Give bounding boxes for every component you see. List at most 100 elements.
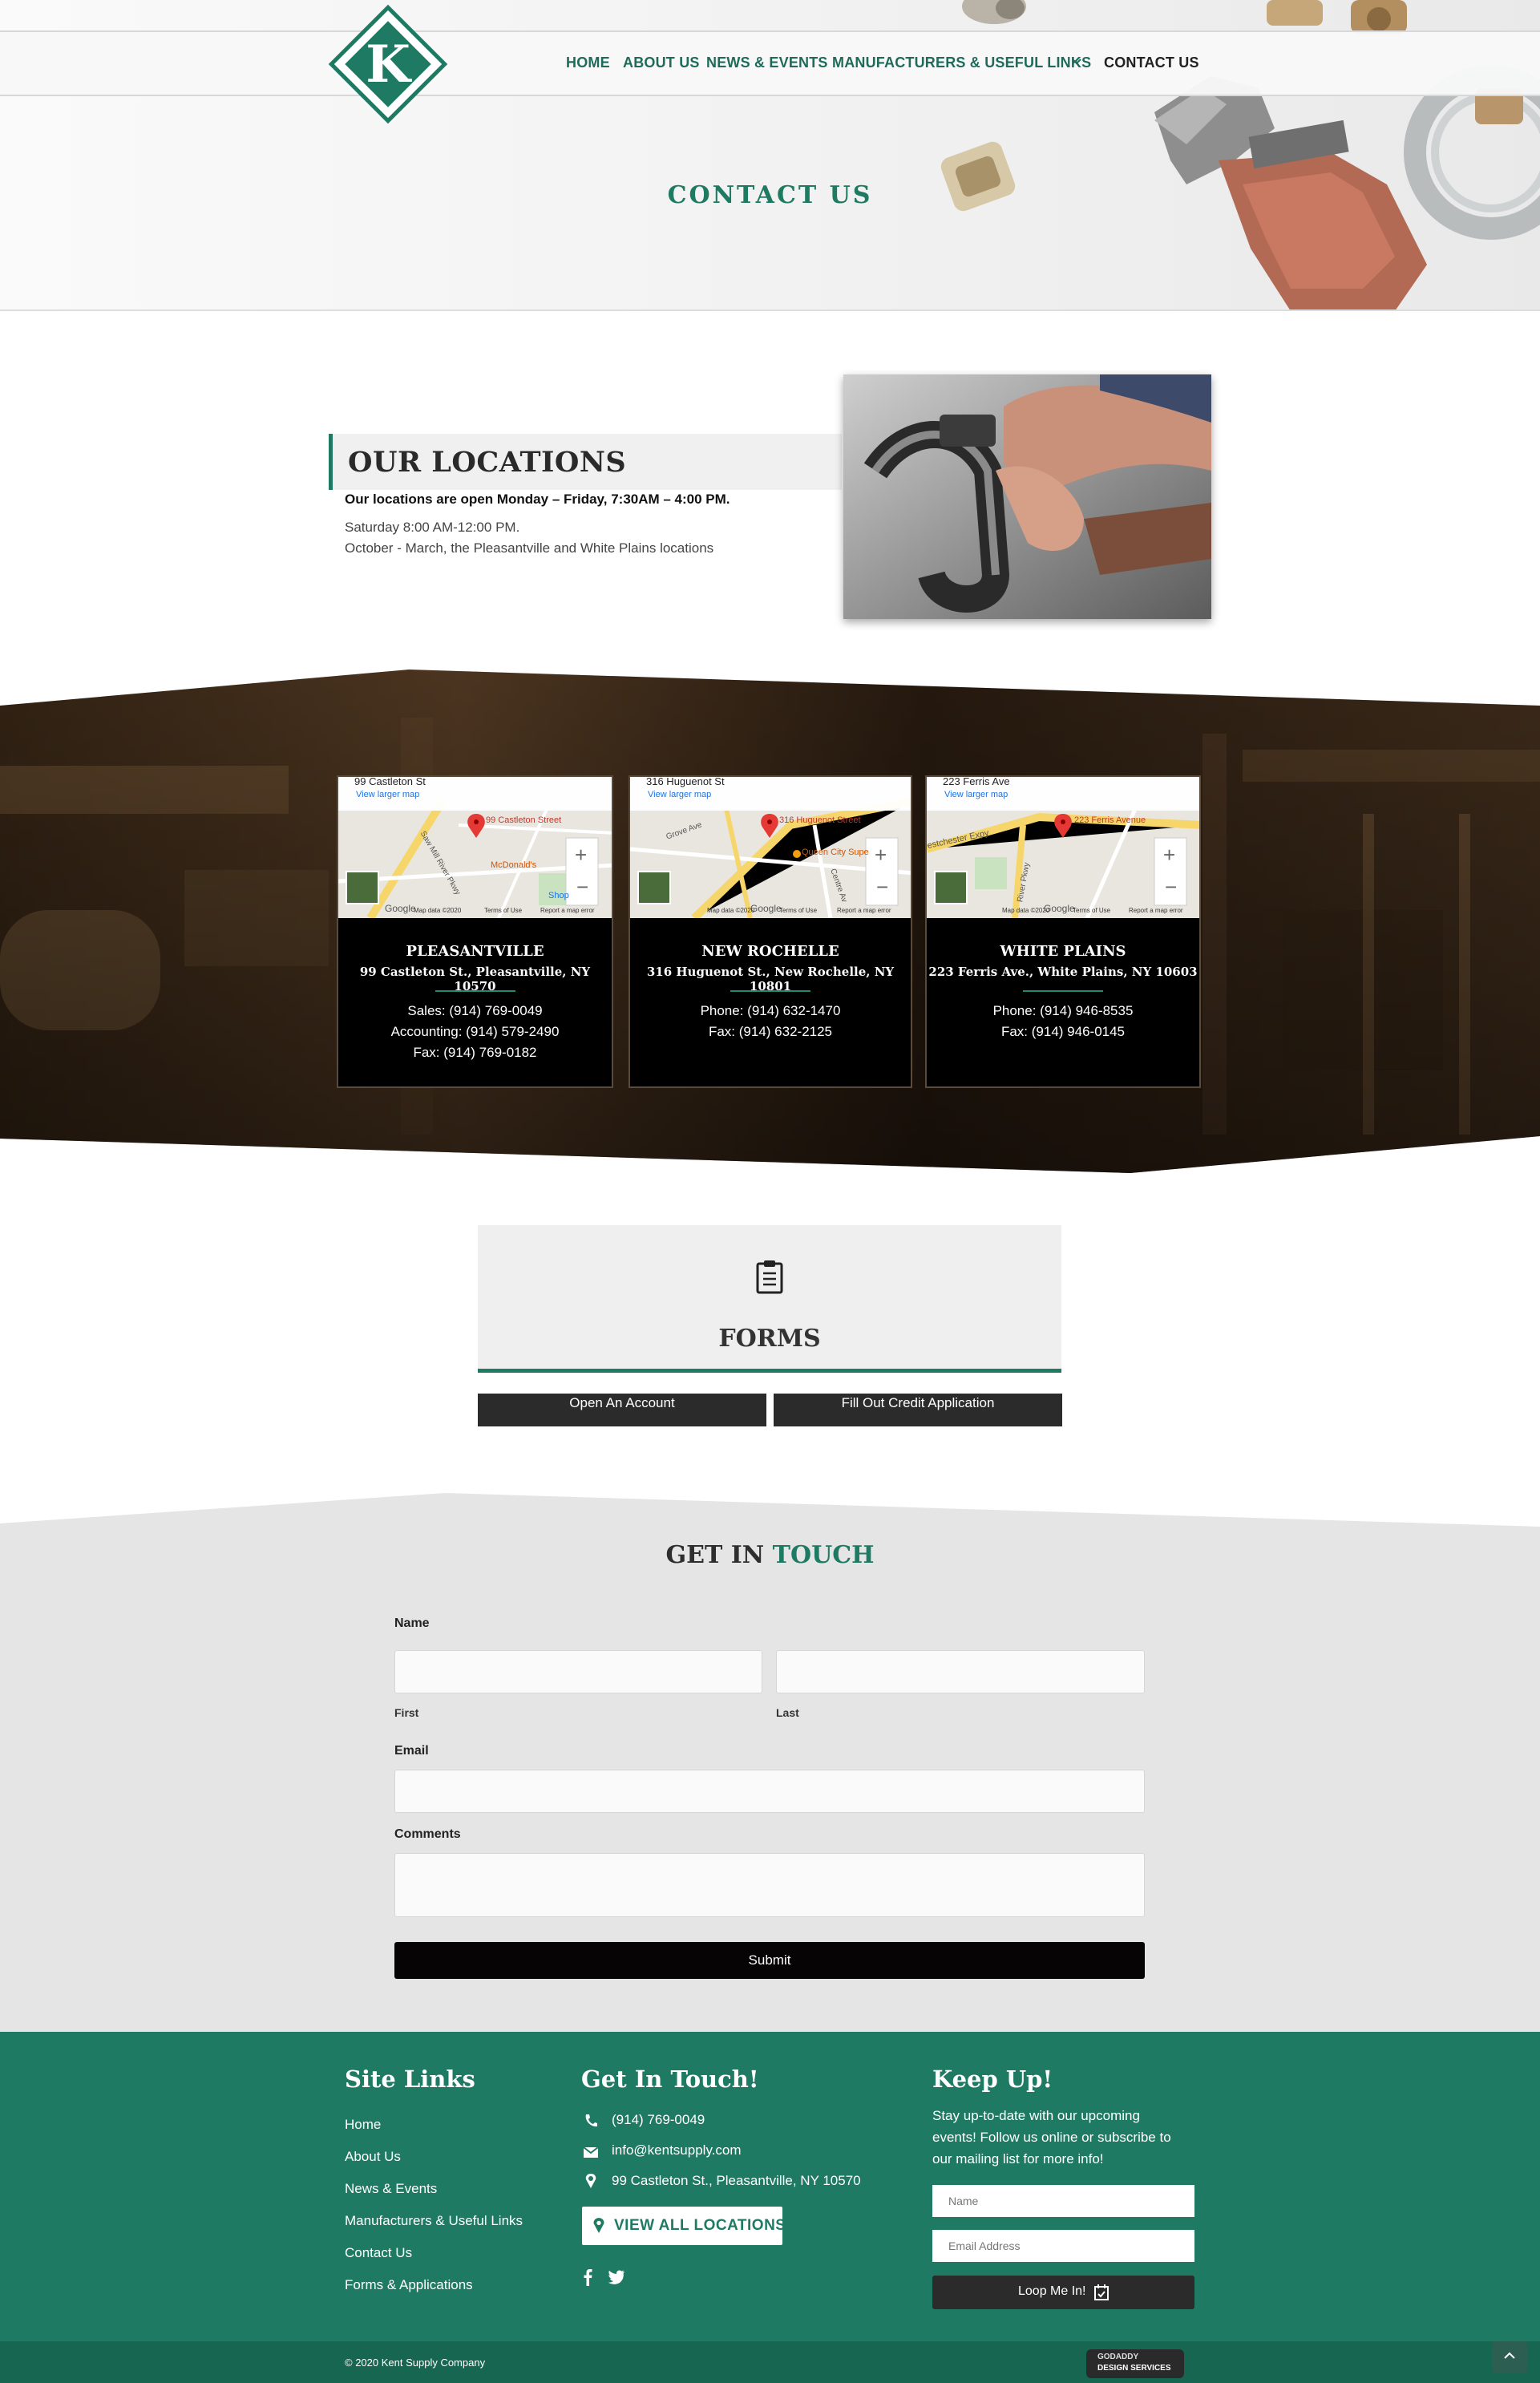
map-marker-icon — [593, 2218, 604, 2233]
svg-text:+: + — [875, 843, 887, 867]
title-part: GET IN — [665, 1541, 773, 1569]
svg-text:−: − — [1165, 875, 1177, 899]
email-input[interactable] — [394, 1770, 1145, 1813]
credit-application-button[interactable]: Fill Out Credit Application — [774, 1391, 1062, 1426]
last-label: Last — [776, 1706, 799, 1719]
footer-phone[interactable]: (914) 769-0049 — [612, 2112, 705, 2128]
map-report-link[interactable]: Report a map error — [540, 907, 595, 914]
godaddy-badge-text: GODADDY — [1097, 2353, 1139, 2361]
card-divider — [435, 990, 515, 992]
godaddy-badge[interactable]: GODADDY DESIGN SERVICES — [1086, 2349, 1184, 2378]
comments-label: Comments — [394, 1827, 461, 1841]
card-phone-line: Fax: (914) 946-0145 — [1000, 1024, 1126, 1039]
get-in-touch-footer-title: Get In Touch! — [581, 2065, 759, 2093]
back-to-top-button[interactable] — [1492, 2341, 1527, 2373]
map-address: 223 Ferris Ave — [943, 777, 1010, 787]
keep-up-text: Stay up-to-date with our upcoming — [932, 2108, 1140, 2123]
svg-text:−: − — [576, 875, 588, 899]
card-phone-line: Fax: (914) 769-0182 — [413, 1045, 537, 1060]
svg-text:Google: Google — [385, 903, 416, 914]
map-terms-link[interactable]: Terms of Use — [1073, 907, 1110, 914]
view-larger-map-link[interactable]: View larger map — [356, 790, 419, 799]
locations-hours: Our locations are open Monday – Friday, … — [345, 492, 730, 507]
chevron-down-icon[interactable] — [1071, 58, 1082, 66]
card-city: WHITE PLAINS — [1000, 943, 1126, 960]
location-card-new-rochelle: + − Google 316 Huguenot St View larger m… — [629, 775, 912, 1088]
first-label: First — [394, 1706, 419, 1719]
map-white-plains[interactable]: + − Google 223 Ferris Ave View larger ma… — [927, 777, 1199, 918]
map-report-link[interactable]: Report a map error — [1129, 907, 1183, 914]
nav-about-us[interactable]: ABOUT US — [623, 55, 700, 71]
card-address: 223 Ferris Ave., White Plains, NY 10603 — [928, 965, 1198, 979]
card-phone-line: Phone: (914) 946-8535 — [992, 1003, 1134, 1018]
kent-supply-logo[interactable]: K — [329, 5, 447, 123]
map-pleasantville[interactable]: + − Google 99 Castleton St View larger m… — [338, 777, 612, 918]
svg-text:K: K — [366, 34, 412, 95]
twitter-icon[interactable] — [608, 2270, 625, 2284]
footer-link-contact[interactable]: Contact Us — [345, 2245, 412, 2261]
loop-me-in-label: Loop Me In! — [1018, 2284, 1086, 2298]
plumbing-photo — [843, 374, 1211, 619]
card-divider — [730, 990, 810, 992]
svg-text:+: + — [1163, 843, 1175, 867]
footer-address: 99 Castleton St., Pleasantville, NY 1057… — [612, 2173, 861, 2188]
open-account-button[interactable]: Open An Account — [478, 1391, 766, 1426]
envelope-icon — [583, 2146, 599, 2158]
first-name-input[interactable] — [394, 1650, 762, 1693]
copyright: © 2020 Kent Supply Company — [345, 2357, 486, 2369]
footer-link-about[interactable]: About Us — [345, 2149, 401, 2165]
name-label: Name — [394, 1616, 430, 1630]
keep-up-text: events! Follow us online or subscribe to — [932, 2130, 1171, 2145]
last-name-input[interactable] — [776, 1650, 1145, 1693]
keep-up-text: our mailing list for more info! — [932, 2151, 1104, 2167]
card-phone-line: Fax: (914) 632-2125 — [708, 1024, 833, 1039]
view-larger-map-link[interactable]: View larger map — [944, 790, 1008, 799]
keep-up-title: Keep Up! — [932, 2065, 1053, 2093]
card-address: 316 Huguenot St., New Rochelle, NY 10801 — [646, 965, 895, 993]
card-city: NEW ROCHELLE — [701, 943, 839, 960]
map-pin-label: 223 Ferris Avenue — [1074, 815, 1146, 825]
newsletter-email-input[interactable] — [932, 2230, 1194, 2262]
svg-text:−: − — [876, 875, 888, 899]
svg-text:+: + — [575, 843, 587, 867]
calendar-check-icon — [1094, 2284, 1109, 2300]
map-data-credit: Map data ©2020 — [707, 907, 755, 914]
chevron-up-icon — [1504, 2352, 1515, 2359]
footer-link-forms[interactable]: Forms & Applications — [345, 2277, 473, 2293]
nav-home[interactable]: HOME — [566, 55, 610, 71]
comments-textarea[interactable] — [394, 1853, 1145, 1917]
map-address: 99 Castleton St — [354, 777, 426, 787]
card-phone-line: Accounting: (914) 579-2490 — [390, 1024, 560, 1039]
card-phone-line: Phone: (914) 632-1470 — [700, 1003, 841, 1018]
nav-manufacturers[interactable]: MANUFACTURERS & USEFUL LINKS — [832, 55, 1091, 71]
email-label: Email — [394, 1744, 429, 1758]
title-part-accent: TOUCH — [772, 1541, 875, 1569]
map-new-rochelle[interactable]: + − Google 316 Huguenot St View larger m… — [630, 777, 911, 918]
footer-link-home[interactable]: Home — [345, 2117, 381, 2133]
map-terms-link[interactable]: Terms of Use — [484, 907, 522, 914]
map-poi-label: Queen City Supe — [802, 848, 869, 857]
nav-news-events[interactable]: NEWS & EVENTS — [706, 55, 828, 71]
card-divider — [1023, 990, 1103, 992]
footer-link-news[interactable]: News & Events — [345, 2181, 437, 2197]
submit-button[interactable]: Submit — [394, 1942, 1145, 1979]
page-title: CONTACT US — [667, 181, 873, 209]
footer-link-manufacturers[interactable]: Manufacturers & Useful Links — [345, 2213, 523, 2229]
map-address: 316 Huguenot St — [646, 777, 725, 787]
facebook-icon[interactable] — [582, 2268, 593, 2286]
footer-bottom-bar — [0, 2341, 1540, 2383]
view-all-locations-label: VIEW ALL LOCATIONS — [614, 2217, 786, 2234]
footer-email[interactable]: info@kentsupply.com — [612, 2142, 742, 2158]
map-terms-link[interactable]: Terms of Use — [779, 907, 817, 914]
map-marker-icon — [585, 2174, 596, 2188]
newsletter-name-input[interactable] — [932, 2185, 1194, 2217]
card-city: PLEASANTVILLE — [406, 943, 544, 960]
card-phone-line: Sales: (914) 769-0049 — [407, 1003, 543, 1018]
card-address: 99 Castleton St., Pleasantville, NY 1057… — [359, 965, 591, 993]
map-report-link[interactable]: Report a map error — [837, 907, 891, 914]
view-larger-map-link[interactable]: View larger map — [648, 790, 711, 799]
nav-contact-us[interactable]: CONTACT US — [1104, 55, 1199, 71]
location-card-pleasantville: + − Google 99 Castleton St View larger m… — [337, 775, 613, 1088]
locations-oct-mar: October - March, the Pleasantville and W… — [345, 540, 714, 556]
map-data-credit: Map data ©2020 — [414, 907, 462, 914]
